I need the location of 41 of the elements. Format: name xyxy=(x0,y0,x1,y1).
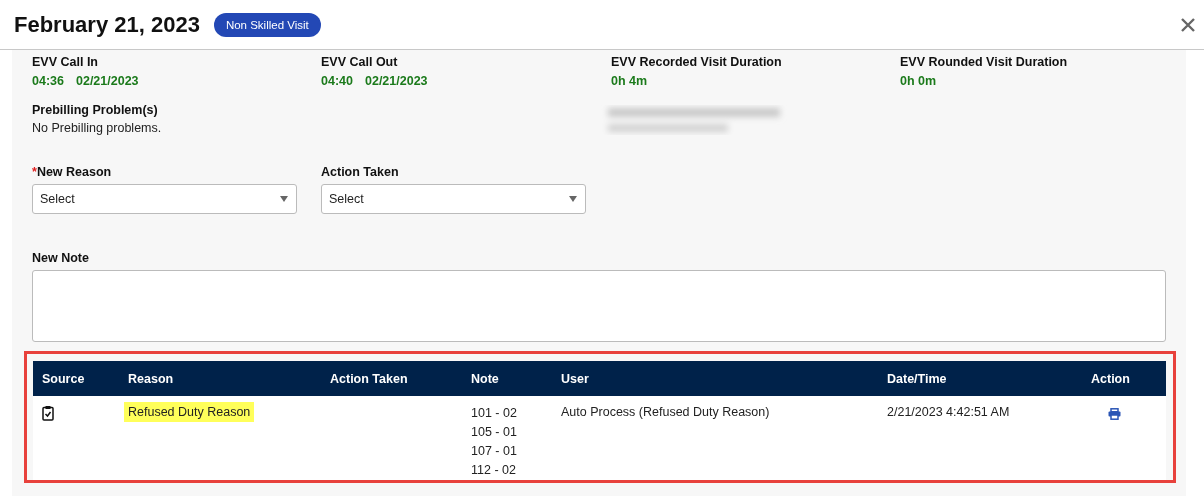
dialog-title: February 21, 2023 xyxy=(14,11,200,38)
field-label: Prebilling Problem(s) xyxy=(32,102,159,118)
field-value: 04:36 xyxy=(32,74,64,88)
table-cell-text: 101 - 02 xyxy=(471,405,518,422)
table-cell-text: 112 - 02 xyxy=(471,462,517,479)
field-label: EVV Call In xyxy=(32,54,99,70)
field-value: No Prebilling problems. xyxy=(32,121,163,135)
close-button[interactable] xyxy=(1180,16,1196,33)
clipboard-check-icon xyxy=(42,405,54,421)
table-cell-text: 107 - 01 xyxy=(471,443,518,460)
field-label: EVV Rounded Visit Duration xyxy=(900,54,1069,70)
column-header: Action xyxy=(1082,361,1166,396)
table-cell-text: 105 - 01 xyxy=(471,424,518,441)
field-value: 0h 0m xyxy=(900,74,937,88)
select-dropdown[interactable]: Select xyxy=(321,184,586,214)
select-dropdown[interactable]: Select xyxy=(32,184,297,214)
column-header: Source xyxy=(33,361,119,396)
field-value: 02/21/2023 xyxy=(365,74,428,88)
column-header: Reason xyxy=(119,361,321,396)
column-header: Action Taken xyxy=(321,361,462,396)
table-cell: Refused Duty Reason xyxy=(124,402,255,422)
field-label: New Note xyxy=(32,250,90,266)
close-icon xyxy=(1180,16,1196,33)
note-field[interactable] xyxy=(32,270,1166,342)
caret-icon xyxy=(280,196,288,202)
column-header: Date/Time xyxy=(878,361,1082,396)
field-label: EVV Call Out xyxy=(321,54,399,70)
table-cell: Auto Process (Refused Duty Reason) xyxy=(561,405,770,419)
column-header: User xyxy=(552,361,878,396)
caret-icon xyxy=(569,196,577,202)
required-mark: * xyxy=(32,165,37,179)
table-cell: 2/21/2023 4:42:51 AM xyxy=(887,405,1010,419)
field-value: 0h 4m xyxy=(611,74,648,88)
visit-type-badge: Non Skilled Visit xyxy=(213,12,321,37)
field-value: 02/21/2023 xyxy=(76,74,139,88)
field-label: Action Taken xyxy=(321,165,399,179)
print-icon xyxy=(1108,408,1121,420)
field-label: EVV Recorded Visit Duration xyxy=(611,54,783,70)
field-label: New Reason xyxy=(36,165,112,179)
field-value: 04:40 xyxy=(321,74,353,88)
column-header: Note xyxy=(462,361,552,396)
